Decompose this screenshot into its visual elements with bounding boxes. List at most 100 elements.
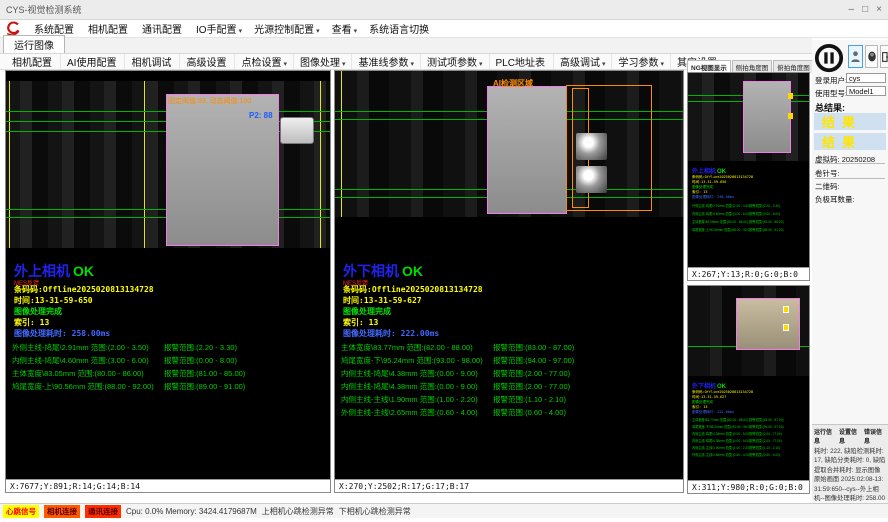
measurement-row: 内侧主线-主线\1.90mm 范围:(1.00 - 2.20) 报警范围:(1.… [341, 393, 574, 406]
measure-text: 主体宽度\83.77mm 范围:(82.00 - 88.00) [692, 417, 749, 422]
user-login-button[interactable] [848, 45, 863, 68]
alarm-range-text: 报警范围:(89.00 - 91.00) [164, 381, 245, 392]
menu-item[interactable]: IO手配置▾ [190, 20, 248, 37]
menu-item[interactable]: 系统语言切换 [363, 20, 437, 37]
measurement-row: 鸠尾宽度-下\95.24mm 范围:(93.00 - 98.00) 报警范围:(… [341, 354, 574, 367]
title-bar: CYS-视觉检测系统 – □ × [0, 0, 888, 20]
measure-text: 鸠尾宽度-下\95.24mm 范围:(93.00 - 98.00) [341, 355, 493, 366]
toolbar-button[interactable]: 基准线参数▾ [351, 54, 420, 69]
qr-code-label: 二维码: [815, 181, 840, 192]
minimize-button[interactable]: – [849, 4, 855, 15]
measurement-row: 鸠尾宽度-下\95.24mm 范围:(93.00 - 98.00) 报警范围:(… [692, 423, 784, 430]
side-view-bottom-coordinates: X:311;Y:980;R:0;G:0;B:0 [688, 480, 809, 493]
toolbar-button[interactable]: 学习参数▾ [611, 54, 670, 69]
measure-text: 鸠尾宽度-上\90.56mm 范围:(88.00 - 92.00) [12, 381, 164, 392]
measurement-row: 主体宽度\83.05mm 范围:(80.00 - 86.00) 报警范围:(81… [12, 367, 245, 380]
alarm-range-text: 报警范围:(2.00 - 77.00) [493, 381, 570, 392]
side-view-bottom: 外下相机OK 条码码:Offline2025020813134728 时间:13… [687, 285, 810, 494]
ai-region-label: AI检测区域 [493, 78, 533, 89]
measurement-row: 内侧主线-鸠尾\4.38mm 范围:(0.00 - 9.00) 报警范围:(2.… [692, 437, 784, 444]
operator-button[interactable] [865, 45, 878, 68]
result-indicator-2: 结果 [814, 133, 886, 150]
menu-item[interactable]: 光源控制配置▾ [248, 20, 326, 37]
maximize-button[interactable]: □ [862, 4, 868, 15]
left-camera-view: 固定阈值:93, 动态阈值:100 P2: 88 外上相机OK MES反馈 条码… [5, 70, 331, 493]
measurement-rows: 主体宽度\83.77mm 范围:(82.00 - 88.00) 报警范围:(83… [341, 341, 574, 419]
toolbar-button[interactable]: 测试项参数▾ [420, 54, 489, 69]
side-view-bottom-image[interactable] [688, 286, 809, 376]
camera-name: 外下相机 [343, 263, 399, 279]
menu-item[interactable]: 通讯配置 [136, 20, 190, 37]
alarm-range-text: 报警范围:(0.00 - 8.00) [164, 355, 237, 366]
measure-text: 内侧主线-主线\1.90mm 范围:(1.00 - 2.20) [341, 394, 493, 405]
baseline-marker [9, 81, 10, 248]
heartbeat-status-badge: 心跳信号 [3, 505, 39, 518]
logout-button[interactable] [880, 45, 888, 68]
right-camera-image[interactable]: AI检测区域 [335, 71, 683, 217]
mini-result-title: 外下相机OK [692, 381, 726, 390]
alarm-range-text: 报警范围:(2.20 - 3.30) [749, 203, 780, 208]
measurement-row: 外侧主线-鸠尾\2.91mm 范围:(2.00 - 3.50) 报警范围:(2.… [12, 341, 245, 354]
toolbar-button[interactable]: 高级设置 [179, 54, 234, 69]
alarm-range-text: 报警范围:(0.60 - 4.00) [749, 452, 780, 457]
alarm-range-text: 报警范围:(2.00 - 77.00) [749, 431, 782, 436]
alarm-range-text: 报警范围:(1.10 - 2.10) [749, 445, 780, 450]
close-button[interactable]: × [876, 4, 882, 15]
result-indicator-1: 结果 [814, 113, 886, 130]
mini-measurement-rows: 外侧主线-鸠尾\2.91mm 范围:(2.00 - 3.50) 报警范围:(2.… [692, 201, 784, 233]
elapsed-line: 图像处理耗时: 222.00ms [343, 328, 439, 339]
measure-text: 外侧主线-鸠尾\2.91mm 范围:(2.00 - 3.50) [12, 342, 164, 353]
pause-button[interactable] [814, 43, 844, 73]
measure-text: 内侧主线-鸠尾\4.38mm 范围:(0.00 - 9.00) [341, 381, 493, 392]
process-done-line: 图像处理完成 [343, 306, 391, 317]
tab-run-image[interactable]: 运行图像 [3, 35, 65, 53]
measure-text: 外侧主线-主线\2.65mm 范围:(0.60 - 4.00) [692, 452, 749, 457]
alarm-range-text: 报警范围:(81.00 - 85.00) [164, 368, 245, 379]
model-field[interactable]: Model1 [846, 86, 886, 96]
divider [815, 163, 885, 164]
measure-text: 内侧主线-主线\1.90mm 范围:(1.00 - 2.20) [692, 445, 749, 450]
measure-text: 主体宽度\83.05mm 范围:(80.00 - 86.00) [692, 219, 749, 224]
product-region [743, 81, 791, 153]
measurement-row: 内侧主线-主线\1.90mm 范围:(1.00 - 2.20) 报警范围:(1.… [692, 444, 784, 451]
highlight-mark [783, 324, 789, 331]
toolbar-button[interactable]: 图像处理▾ [293, 54, 352, 69]
measure-text: 鸠尾宽度-上\90.56mm 范围:(88.00 - 92.00) [692, 227, 749, 232]
tab-error-info[interactable]: 错误信息 [864, 427, 886, 445]
measure-text: 内侧主线-鸠尾\4.38mm 范围:(0.00 - 9.00) [692, 431, 749, 436]
menu-item[interactable]: 查看▾ [326, 20, 364, 37]
toolbar-button[interactable]: 相机调试 [124, 54, 179, 69]
menu-item[interactable]: 相机配置 [82, 20, 136, 37]
index-line: 索引: 13 [14, 317, 49, 328]
side-view-top-image[interactable] [688, 73, 809, 161]
toolbar-button[interactable]: 相机配置 [6, 54, 60, 69]
measurement-row: 内侧主线-鸠尾\4.38mm 范围:(0.00 - 9.00) 报警范围:(2.… [341, 380, 574, 393]
tab-run-info[interactable]: 运行信息 [814, 427, 836, 445]
alarm-range-text: 报警范围:(83.00 - 87.00) [749, 417, 784, 422]
baseline-marker [144, 81, 145, 248]
mini-result-title: 外上相机OK [692, 166, 726, 175]
tab-settings-info[interactable]: 设置信息 [839, 427, 861, 445]
highlight-mark [783, 306, 789, 313]
mini-measurement-rows: 主体宽度\83.77mm 范围:(82.00 - 88.00) 报警范围:(83… [692, 416, 784, 458]
elapsed-line: 图像处理耗时: 258.00ms [14, 328, 110, 339]
alarm-range-text: 报警范围:(83.00 - 87.00) [493, 342, 574, 353]
result-status: OK [402, 263, 423, 279]
user-icon [850, 49, 861, 64]
toolbar-button[interactable]: AI使用配置 [60, 54, 124, 69]
toolbar-button[interactable]: PLC地址表 [489, 54, 553, 69]
login-user-field[interactable]: cys [846, 73, 886, 83]
time-line: 时间:13-31-59-627 [343, 295, 422, 306]
alarm-range-text: 报警范围:(2.20 - 3.30) [164, 342, 237, 353]
measure-text: 外侧主线-主线\2.65mm 范围:(0.60 - 4.00) [341, 407, 493, 418]
time-line: 时间:13-31-59-650 [14, 295, 93, 306]
info-panel-tabs: 运行信息 设置信息 错误信息 [814, 427, 886, 445]
threshold-label: 固定阈值:93, 动态阈值:100 [168, 96, 251, 106]
toolbar-button[interactable]: 点检设置▾ [234, 54, 293, 69]
alarm-range-text: 报警范围:(89.00 - 91.00) [749, 227, 784, 232]
toolbar-button[interactable]: 高级调试▾ [553, 54, 612, 69]
metal-part [576, 133, 607, 160]
left-camera-image[interactable]: 固定阈值:93, 动态阈值:100 P2: 88 [6, 81, 330, 248]
right-panel: 登录用户: cys 使用型号: Model1 总结果: 结果 结果 虚拟码: 2… [812, 40, 888, 503]
product-region [487, 86, 567, 214]
